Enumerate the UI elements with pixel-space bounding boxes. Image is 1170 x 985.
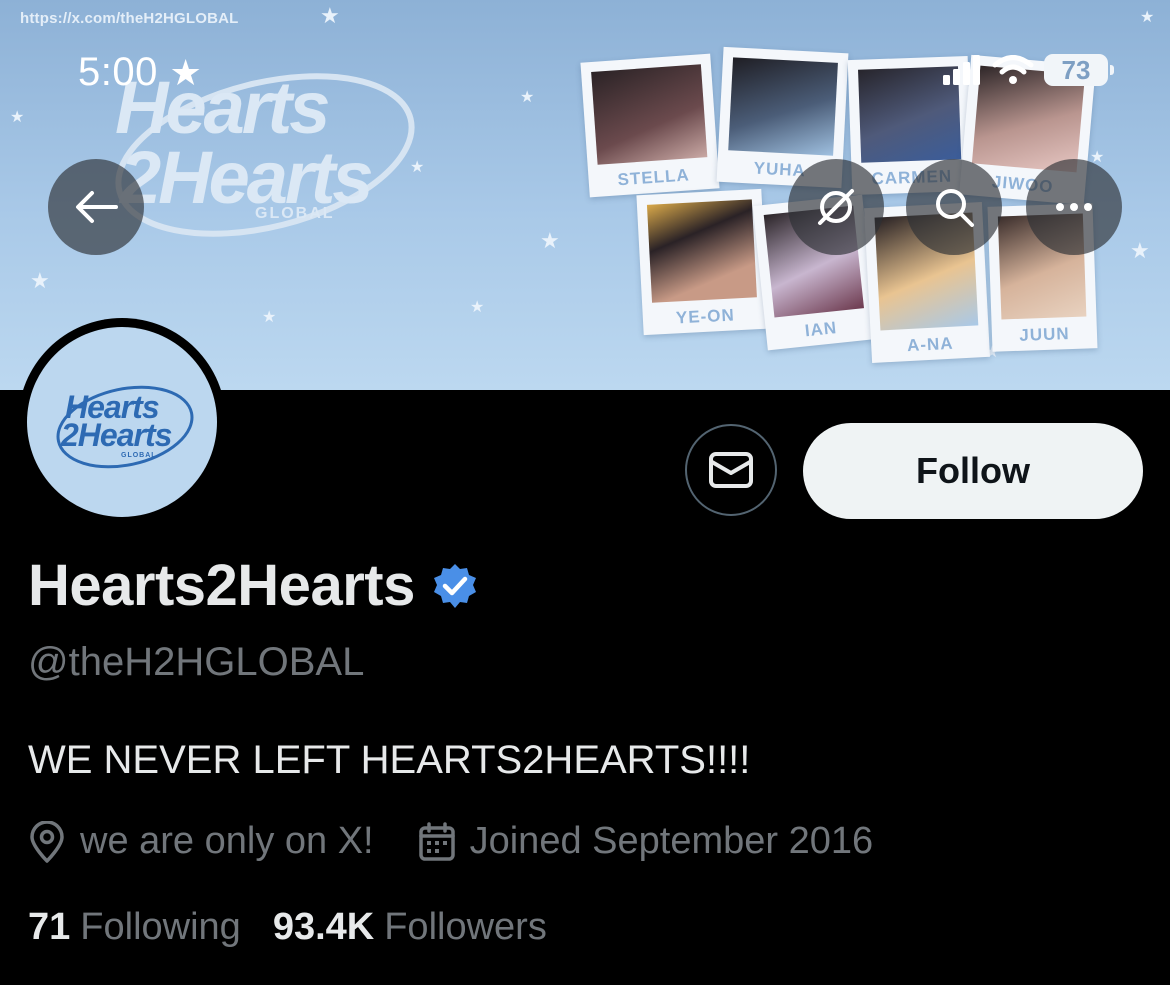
- avatar[interactable]: Hearts 2Hearts GLOBAL: [18, 318, 226, 526]
- star-decoration: ★: [262, 309, 277, 326]
- no-notifications-icon: [818, 189, 854, 225]
- location-item: we are only on X!: [28, 820, 374, 863]
- star-status-icon: ★: [169, 52, 203, 93]
- location-pin-icon: [30, 820, 64, 863]
- calendar-icon: [418, 821, 455, 861]
- followers-stat[interactable]: 93.4K Followers: [273, 906, 547, 949]
- joined-item: Joined September 2016: [418, 820, 874, 863]
- followers-count: 93.4K: [272, 906, 375, 948]
- member-name: A-NA: [906, 333, 954, 356]
- battery-level: 73: [1061, 54, 1091, 85]
- member-photo: [646, 199, 757, 303]
- avatar-logo-line2: 2Hearts: [61, 417, 172, 453]
- more-options-button[interactable]: [1026, 159, 1122, 255]
- banner-logo-sub: GLOBAL: [255, 205, 335, 222]
- status-time-text: 5:00: [78, 50, 158, 94]
- member-photo: [591, 64, 708, 165]
- arrow-left-icon: [76, 191, 118, 223]
- following-count: 71: [28, 906, 71, 948]
- star-decoration: ★: [540, 228, 560, 253]
- avatar-logo-sub: GLOBAL: [121, 452, 157, 459]
- status-indicators: 73: [942, 54, 1114, 86]
- following-stat[interactable]: 71 Following: [28, 906, 241, 949]
- star-decoration: ★: [320, 3, 340, 28]
- wifi-icon: [992, 55, 1034, 84]
- star-decoration: ★: [30, 268, 50, 293]
- star-decoration: ★: [1140, 9, 1155, 26]
- username-handle: @theH2HGLOBAL: [28, 640, 365, 684]
- more-icon: [1056, 203, 1092, 211]
- signal-icon: [943, 55, 980, 85]
- notifications-toggle-button[interactable]: [788, 159, 884, 255]
- location-text: we are only on X!: [80, 820, 374, 862]
- member-name: YE-ON: [675, 305, 736, 328]
- member-name: IAN: [803, 318, 839, 341]
- star-decoration: ★: [470, 299, 485, 316]
- star-decoration: ★: [1130, 238, 1150, 263]
- member-card: STELLA: [580, 53, 720, 198]
- profile-meta: we are only on X! Joined September 2016: [28, 820, 873, 863]
- star-decoration: ★: [10, 109, 25, 126]
- member-card: YE-ON: [636, 188, 769, 336]
- search-button[interactable]: [906, 159, 1002, 255]
- star-decoration: ★: [520, 89, 535, 106]
- message-button[interactable]: [685, 424, 777, 516]
- member-photo: [728, 57, 838, 156]
- following-label: Following: [80, 906, 241, 948]
- back-button[interactable]: [48, 159, 144, 255]
- search-icon: [936, 189, 974, 227]
- envelope-icon: [709, 452, 753, 488]
- profile-bio: WE NEVER LEFT HEARTS2HEARTS!!!!: [28, 738, 751, 782]
- follow-button[interactable]: Follow: [803, 423, 1143, 519]
- battery-icon: 73: [1044, 54, 1114, 86]
- member-name: STELLA: [616, 165, 691, 190]
- avatar-logo: Hearts 2Hearts GLOBAL: [27, 327, 217, 517]
- member-name: JUUN: [1019, 324, 1070, 345]
- banner-url-watermark: https://x.com/theH2HGLOBAL: [20, 10, 239, 27]
- name-row: Hearts2Hearts: [28, 552, 479, 619]
- follow-stats: 71 Following 93.4K Followers: [28, 906, 547, 949]
- joined-text: Joined September 2016: [469, 820, 874, 862]
- display-name: Hearts2Hearts: [28, 553, 415, 618]
- verified-badge-icon[interactable]: [431, 562, 479, 610]
- followers-label: Followers: [384, 906, 547, 948]
- status-time: 5:00 ★: [78, 50, 202, 95]
